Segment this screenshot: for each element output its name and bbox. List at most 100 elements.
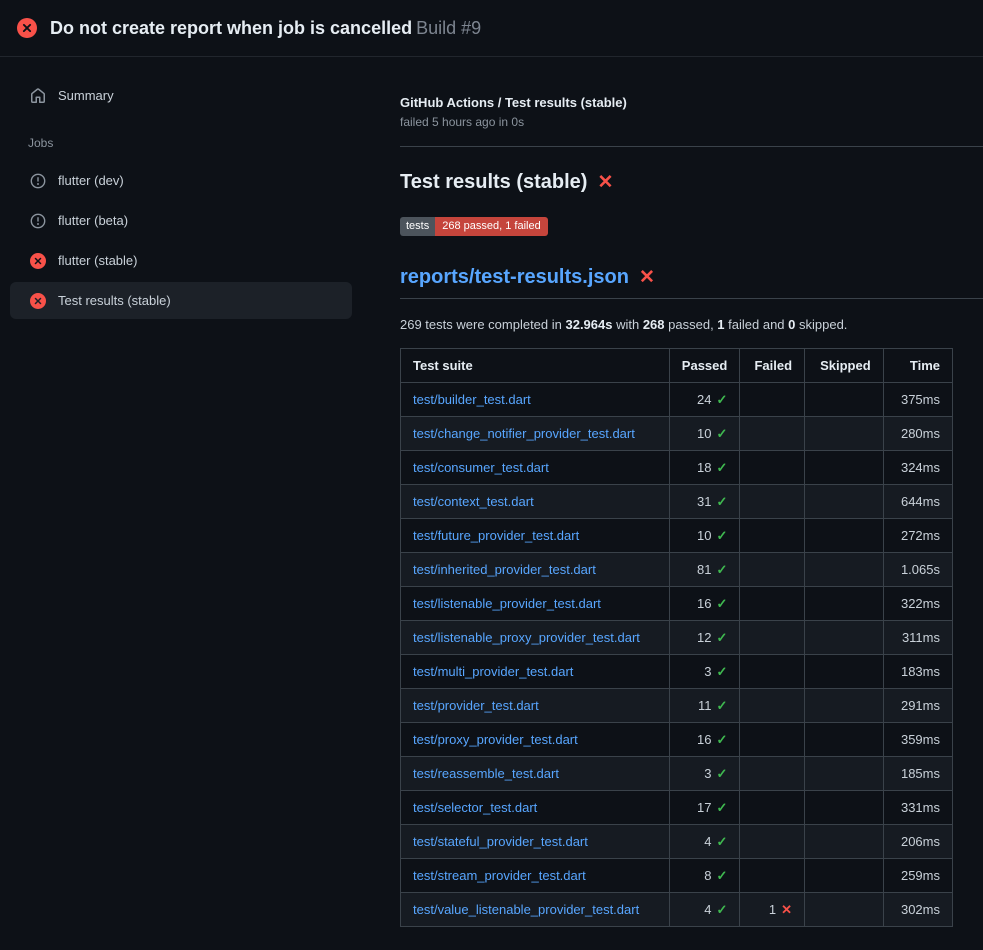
check-icon: ✓ [716, 902, 727, 917]
passed-count: 10 [697, 426, 711, 441]
test-suite-link[interactable]: test/selector_test.dart [413, 800, 537, 815]
section-title-text: Test results (stable) [400, 171, 587, 194]
failed-cell [740, 689, 805, 723]
suite-cell: test/value_listenable_provider_test.dart [401, 893, 670, 927]
table-row: test/context_test.dart 31✓ 644ms [401, 485, 953, 519]
sidebar-item-summary[interactable]: Summary [10, 77, 352, 114]
failed-count: 1 [769, 902, 776, 917]
check-icon: ✓ [716, 494, 727, 509]
table-row: test/future_provider_test.dart 10✓ 272ms [401, 519, 953, 553]
failed-cell [740, 587, 805, 621]
passed-count: 24 [697, 392, 711, 407]
test-table-body: test/builder_test.dart24✓375mstest/chang… [401, 383, 953, 927]
passed-cell: 16✓ [669, 587, 740, 621]
failed-cell [740, 553, 805, 587]
test-suite-link[interactable]: test/proxy_provider_test.dart [413, 732, 578, 747]
summary-prefix: 269 tests were completed in [400, 317, 565, 332]
test-suite-link[interactable]: test/reassemble_test.dart [413, 766, 559, 781]
sidebar-item-flutter-stable[interactable]: flutter (stable) [10, 242, 352, 279]
test-suite-link[interactable]: test/builder_test.dart [413, 392, 531, 407]
suite-cell: test/context_test.dart [401, 485, 670, 519]
table-row: test/provider_test.dart11✓291ms [401, 689, 953, 723]
test-suite-link[interactable]: test/consumer_test.dart [413, 460, 549, 475]
sidebar-item-test-results-stable[interactable]: Test results (stable) [10, 282, 352, 319]
summary-label: Summary [58, 88, 114, 103]
passed-cell: 3✓ [669, 757, 740, 791]
passed-cell: 24✓ [669, 383, 740, 417]
badge-row: tests 268 passed, 1 failed [400, 216, 983, 236]
failed-cell [740, 825, 805, 859]
badge-value: 268 passed, 1 failed [435, 217, 547, 236]
skipped-cell [805, 553, 884, 587]
summary-mid1: with [612, 317, 642, 332]
passed-count: 16 [697, 732, 711, 747]
suite-cell: test/builder_test.dart [401, 383, 670, 417]
job-label: flutter (stable) [58, 253, 137, 268]
passed-count: 3 [704, 766, 711, 781]
passed-cell: 10 ✓ [669, 417, 740, 451]
failed-cell: 1✕ [740, 893, 805, 927]
alert-circle-icon [30, 173, 46, 189]
failed-cell [740, 519, 805, 553]
skipped-cell [805, 859, 884, 893]
passed-count: 12 [697, 630, 711, 645]
skipped-cell [805, 621, 884, 655]
test-suite-link[interactable]: test/value_listenable_provider_test.dart [413, 902, 639, 917]
passed-cell: 10✓ [669, 519, 740, 553]
sidebar-item-flutter-dev[interactable]: flutter (dev) [10, 162, 352, 199]
skipped-cell [805, 723, 884, 757]
test-suite-link[interactable]: test/provider_test.dart [413, 698, 539, 713]
skipped-cell [805, 655, 884, 689]
failed-x-icon: ✕ [597, 173, 613, 192]
test-suite-link[interactable]: test/multi_provider_test.dart [413, 664, 573, 679]
report-link[interactable]: reports/test-results.json [400, 266, 629, 289]
passed-count: 81 [697, 562, 711, 577]
table-row: test/stateful_provider_test.dart4✓206ms [401, 825, 953, 859]
x-icon: ✕ [781, 902, 792, 917]
test-suite-link[interactable]: test/listenable_provider_test.dart [413, 596, 601, 611]
skipped-cell [805, 485, 884, 519]
divider [400, 146, 983, 147]
time-cell: 644ms [883, 485, 952, 519]
check-icon: ✓ [716, 596, 727, 611]
test-suite-link[interactable]: test/change_notifier_provider_test.dart [413, 426, 635, 441]
suite-cell: test/reassemble_test.dart [401, 757, 670, 791]
failed-cell [740, 757, 805, 791]
section-title: Test results (stable) ✕ [400, 171, 983, 194]
sidebar: Summary Jobs flutter (dev)flutter (beta)… [0, 57, 384, 342]
table-row: test/listenable_proxy_provider_test.dart… [401, 621, 953, 655]
table-header-row: Test suite Passed Failed Skipped Time [401, 349, 953, 383]
check-icon: ✓ [716, 630, 727, 645]
table-row: test/inherited_provider_test.dart81✓1.06… [401, 553, 953, 587]
table-row: test/listenable_provider_test.dart16✓322… [401, 587, 953, 621]
passed-cell: 31✓ [669, 485, 740, 519]
table-row: test/consumer_test.dart18✓324ms [401, 451, 953, 485]
table-row: test/builder_test.dart24✓375ms [401, 383, 953, 417]
time-cell: 272ms [883, 519, 952, 553]
skipped-cell [805, 825, 884, 859]
suite-cell: test/inherited_provider_test.dart [401, 553, 670, 587]
x-circle-icon [30, 253, 46, 269]
check-icon: ✓ [716, 562, 727, 577]
sidebar-item-flutter-beta[interactable]: flutter (beta) [10, 202, 352, 239]
passed-count: 11 [698, 698, 712, 713]
summary-mid3: failed and [725, 317, 789, 332]
jobs-heading: Jobs [28, 136, 352, 150]
summary-mid2: passed, [665, 317, 718, 332]
passed-cell: 8✓ [669, 859, 740, 893]
test-suite-link[interactable]: test/context_test.dart [413, 494, 534, 509]
time-cell: 291ms [883, 689, 952, 723]
test-suite-link[interactable]: test/stream_provider_test.dart [413, 868, 586, 883]
check-icon: ✓ [716, 426, 727, 441]
test-suite-link[interactable]: test/listenable_proxy_provider_test.dart [413, 630, 640, 645]
col-skipped: Skipped [805, 349, 884, 383]
test-suite-link[interactable]: test/stateful_provider_test.dart [413, 834, 588, 849]
test-suite-link[interactable]: test/inherited_provider_test.dart [413, 562, 596, 577]
alert-circle-icon [30, 213, 46, 229]
failed-cell [740, 859, 805, 893]
test-suite-link[interactable]: test/future_provider_test.dart [413, 528, 579, 543]
time-cell: 359ms [883, 723, 952, 757]
page-header: Do not create report when job is cancell… [0, 0, 983, 57]
passed-cell: 81 ✓ [669, 553, 740, 587]
job-list: flutter (dev)flutter (beta) flutter (stab… [10, 162, 352, 319]
